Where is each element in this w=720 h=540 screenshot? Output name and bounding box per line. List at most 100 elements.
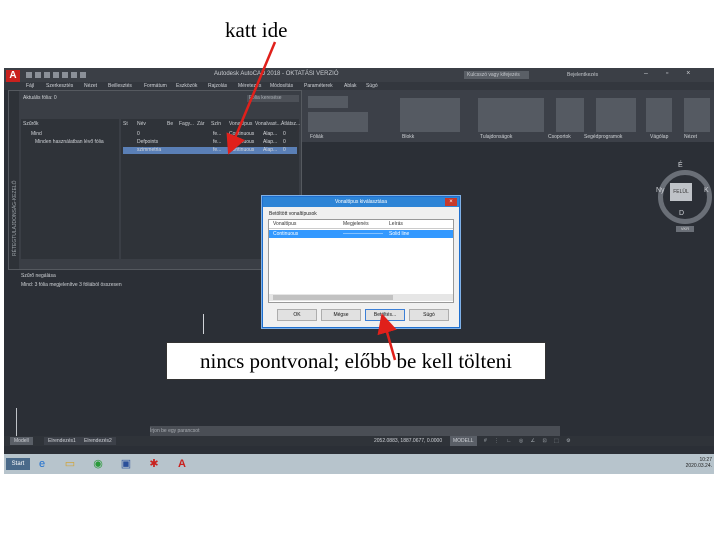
ribbon-panel-block[interactable]: Blokk — [402, 134, 414, 140]
col-color[interactable]: Szín — [211, 121, 221, 127]
horizontal-scrollbar[interactable] — [269, 294, 453, 301]
layer-lineweight[interactable]: Alap... — [263, 139, 277, 145]
system-clock[interactable]: 10:27 2020.03.24. — [682, 457, 712, 469]
layer-color[interactable]: fe... — [213, 131, 221, 137]
tab-layout2[interactable]: Elrendezés2 — [80, 437, 116, 445]
block-tools[interactable] — [400, 98, 460, 132]
help-button[interactable]: Súgó — [409, 309, 449, 321]
saveas-icon[interactable] — [53, 72, 59, 78]
print-icon[interactable] — [62, 72, 68, 78]
start-button[interactable]: Start — [6, 458, 30, 470]
menu-modify[interactable]: Módosítás — [270, 82, 293, 90]
quick-access-toolbar[interactable] — [26, 72, 89, 80]
file-explorer-icon[interactable]: ▭ — [62, 456, 78, 472]
spider-app-icon[interactable]: ✱ — [146, 456, 162, 472]
compass-east[interactable]: K — [704, 187, 709, 194]
linetype-row-selected[interactable]: Continuous ———————— Solid line — [269, 230, 453, 238]
linetype-list[interactable]: Vonaltípus Megjelenés Leírás Continuous … — [268, 219, 454, 303]
ribbon-panel-layers[interactable]: Fóliák — [310, 134, 323, 140]
filter-all[interactable]: Mind — [31, 131, 42, 137]
compass-west[interactable]: Ny — [656, 187, 665, 194]
menu-file[interactable]: Fájl — [26, 82, 34, 90]
ribbon-panel-clipboard[interactable]: Vágólap — [650, 134, 668, 140]
col-on[interactable]: Be — [167, 121, 173, 127]
select-linetype-dialog[interactable]: Vonaltípus kiválasztása × Betöltött vona… — [262, 196, 460, 328]
internet-explorer-icon[interactable]: e — [34, 456, 50, 472]
layer-properties-manager[interactable]: RÉTEGTULAJDONSÁG-KEZELŐ Aktuális fólia: … — [8, 90, 302, 288]
command-line-input[interactable]: Írjon be egy parancsot — [150, 426, 560, 436]
ribbon-panel-utilities[interactable]: Segédprogramok — [584, 134, 622, 140]
col-lock[interactable]: Zár — [197, 121, 205, 127]
search-input[interactable]: Kulcsszó vagy kifejezés — [464, 71, 529, 79]
layer-transparency[interactable]: 0 — [283, 147, 286, 153]
ribbon-panel-view[interactable]: Nézet — [684, 134, 697, 140]
layer-dropdown[interactable] — [308, 96, 348, 108]
wcs-menu[interactable]: VKR — [676, 226, 694, 232]
filter-used[interactable]: Minden használatban lévő fólia — [35, 139, 104, 145]
palette-strip[interactable]: RÉTEGTULAJDONSÁG-KEZELŐ — [9, 91, 19, 269]
layer-search-input[interactable]: Fólia keresése — [247, 95, 299, 102]
save-disk-icon[interactable]: ▣ — [118, 456, 134, 472]
window-controls[interactable]: – ▫ × — [644, 70, 698, 77]
layer-lineweight[interactable]: Alap... — [263, 147, 277, 153]
groups-tools[interactable] — [556, 98, 584, 132]
col-transparency[interactable]: Átlátsz... — [281, 121, 300, 127]
clipboard-tools[interactable] — [646, 98, 672, 132]
layer-transparency[interactable]: 0 — [283, 139, 286, 145]
menu-dimension[interactable]: Méretezés — [238, 82, 261, 90]
layer-color[interactable]: fe... — [213, 147, 221, 153]
menu-format[interactable]: Formátum — [144, 82, 167, 90]
invert-filter-checkbox[interactable]: Szűrő negálása — [21, 273, 56, 279]
layer-linetype[interactable]: Continuous — [229, 131, 254, 137]
menu-window[interactable]: Ablak — [344, 82, 357, 90]
col-lineweight[interactable]: Vonalvast... — [255, 121, 281, 127]
undo-icon[interactable] — [71, 72, 77, 78]
col-status[interactable]: St — [123, 121, 128, 127]
ribbon-panel-properties[interactable]: Tulajdonságok — [480, 134, 512, 140]
tab-model[interactable]: Modell — [10, 437, 33, 445]
layer-linetype[interactable]: Continuous — [229, 139, 254, 145]
col-linetype-name[interactable]: Vonaltípus — [273, 221, 296, 227]
drafting-aids-icon[interactable]: # ⋮ ∟ ◎ ∠ ⊡ ⬚ ⚙ — [484, 436, 574, 446]
autocad-logo-icon[interactable]: A — [6, 70, 20, 82]
view-tools[interactable] — [684, 98, 710, 132]
menu-tools[interactable]: Eszközök — [176, 82, 197, 90]
menu-draw[interactable]: Rajzolás — [208, 82, 227, 90]
scrollbar-thumb[interactable] — [273, 295, 393, 300]
save-icon[interactable] — [44, 72, 50, 78]
layer-lineweight[interactable]: Alap... — [263, 131, 277, 137]
layer-row[interactable]: 0 fe... Continuous Alap... 0 — [123, 131, 297, 138]
utilities-tools[interactable] — [596, 98, 636, 132]
close-icon[interactable]: × — [445, 198, 457, 206]
model-space-toggle[interactable]: MODELL — [450, 436, 477, 446]
layer-transparency[interactable]: 0 — [283, 131, 286, 137]
menu-edit[interactable]: Szerkesztés — [46, 82, 73, 90]
ok-button[interactable]: OK — [277, 309, 317, 321]
col-linetype[interactable]: Vonaltípus — [229, 121, 252, 127]
menu-parametric[interactable]: Paraméterek — [304, 82, 333, 90]
col-description[interactable]: Leírás — [389, 221, 403, 227]
layer-linetype-cell[interactable]: Continuous — [229, 147, 254, 153]
layer-row[interactable]: Defpoints fe... Continuous Alap... 0 — [123, 139, 297, 146]
layer-color[interactable]: fe... — [213, 139, 221, 145]
tab-layout1[interactable]: Elrendezés1 — [44, 437, 80, 445]
col-name[interactable]: Név — [137, 121, 146, 127]
menu-view[interactable]: Nézet — [84, 82, 97, 90]
load-button[interactable]: Betöltés... — [365, 309, 405, 321]
col-appearance[interactable]: Megjelenés — [343, 221, 369, 227]
viewcube-face[interactable]: FELÜL — [670, 183, 692, 201]
layer-tools[interactable] — [308, 112, 368, 132]
menu-insert[interactable]: Beillesztés — [108, 82, 132, 90]
chrome-icon[interactable]: ◉ — [90, 456, 106, 472]
ribbon-panel-groups[interactable]: Csoportok — [548, 134, 571, 140]
new-icon[interactable] — [26, 72, 32, 78]
layer-row-selected[interactable]: szimmetria fe... Continuous Alap... 0 — [123, 147, 297, 154]
properties-tools[interactable] — [478, 98, 544, 132]
cancel-button[interactable]: Mégse — [321, 309, 361, 321]
compass-south[interactable]: D — [679, 210, 684, 217]
menu-help[interactable]: Súgó — [366, 82, 378, 90]
compass-north[interactable]: É — [678, 162, 683, 169]
col-freeze[interactable]: Fagy... — [179, 121, 194, 127]
autocad-taskbar-icon[interactable]: A — [174, 456, 190, 472]
user-signin[interactable]: Bejelentkezés — [567, 71, 617, 79]
